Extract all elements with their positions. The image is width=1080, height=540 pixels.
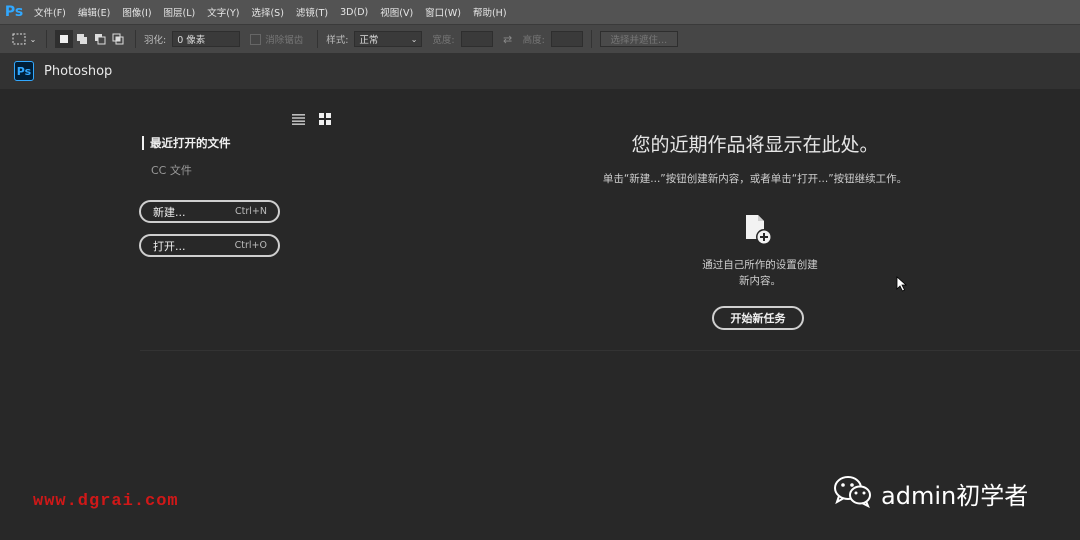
app-title: Photoshop: [44, 63, 113, 79]
add-to-selection-icon[interactable]: [73, 30, 91, 48]
chevron-down-icon[interactable]: ⌄: [28, 30, 38, 48]
style-label: 样式:: [326, 35, 349, 46]
start-new-task-button[interactable]: 开始新任务: [712, 306, 804, 330]
new-button-label: 新建...: [153, 205, 186, 219]
recent-files-heading[interactable]: 最近打开的文件: [142, 136, 231, 150]
menu-3d[interactable]: 3D(D): [340, 7, 368, 18]
list-view-icon[interactable]: [292, 110, 305, 129]
new-shortcut: Ctrl+N: [235, 206, 267, 217]
menu-bar: Ps 文件(F) 编辑(E) 图像(I) 图层(L) 文字(Y) 选择(S) 滤…: [0, 0, 1080, 24]
new-document-icon: [744, 213, 774, 251]
grid-view-icon[interactable]: [319, 110, 331, 129]
wechat-icon: [833, 474, 873, 512]
menu-help[interactable]: 帮助(H): [473, 5, 507, 19]
feather-input[interactable]: 0 像素: [172, 31, 241, 47]
caption-line-2: 新内容。: [739, 275, 781, 287]
menu-image[interactable]: 图像(I): [122, 5, 151, 19]
new-button[interactable]: 新建... Ctrl+N: [139, 200, 280, 223]
marquee-tool-icon[interactable]: [10, 30, 28, 48]
chevron-down-icon: ⌄: [410, 34, 418, 44]
photoshop-logo-icon: Ps: [4, 4, 24, 20]
height-label: 高度:: [522, 35, 545, 46]
menu-type[interactable]: 文字(Y): [207, 5, 239, 19]
watermark-account-name: admin初学者: [881, 481, 1029, 510]
open-button-label: 打开...: [153, 239, 186, 253]
antialias-label: 消除锯齿: [265, 35, 304, 46]
options-bar: ⌄ 羽化: 0 像素 消除锯齿 样式: 正常 ⌄ 宽度: ⇄ 高度: 选择并遮住…: [0, 24, 1080, 54]
watermark-account: admin初学者: [833, 474, 1028, 512]
section-divider: [140, 350, 1080, 351]
cc-files-link[interactable]: CC 文件: [151, 162, 192, 178]
menu-file[interactable]: 文件(F): [34, 5, 66, 19]
select-and-mask-button[interactable]: 选择并遮住...: [599, 31, 678, 47]
style-value: 正常: [359, 35, 379, 46]
divider: [317, 30, 319, 48]
caption-line-1: 通过自己所作的设置创建: [702, 259, 818, 271]
intersect-selection-icon[interactable]: [109, 30, 127, 48]
watermark-url: www.dgrai.com: [33, 492, 179, 511]
style-select[interactable]: 正常 ⌄: [354, 31, 423, 47]
open-shortcut: Ctrl+O: [234, 240, 267, 251]
view-toggle: [292, 110, 331, 129]
photoshop-app-icon: Ps: [14, 61, 34, 81]
divider: [590, 30, 592, 48]
new-selection-icon[interactable]: [55, 30, 73, 48]
menu-layer[interactable]: 图层(L): [164, 5, 196, 19]
width-label: 宽度:: [432, 35, 455, 46]
height-input[interactable]: [550, 31, 583, 47]
recent-work-placeholder-title: 您的近期作品将显示在此处。: [631, 134, 879, 156]
app-header: Ps Photoshop: [0, 53, 1080, 89]
open-button[interactable]: 打开... Ctrl+O: [139, 234, 280, 257]
divider: [46, 30, 47, 48]
menu-view[interactable]: 视图(V): [380, 5, 413, 19]
swap-dimensions-icon[interactable]: ⇄: [499, 30, 517, 48]
width-input[interactable]: [460, 31, 493, 47]
menu-edit[interactable]: 编辑(E): [78, 5, 110, 19]
new-document-caption: 通过自己所作的设置创建 新内容。: [680, 257, 840, 289]
menu-window[interactable]: 窗口(W): [425, 5, 461, 19]
menu-filter[interactable]: 滤镜(T): [296, 5, 328, 19]
mouse-cursor-icon: [896, 276, 908, 296]
antialias-checkbox[interactable]: [250, 33, 262, 45]
feather-label: 羽化:: [144, 35, 167, 46]
divider: [135, 30, 136, 48]
recent-work-placeholder-description: 单击“新建...”按钮创建新内容，或者单击“打开...”按钮继续工作。: [602, 173, 908, 185]
subtract-from-selection-icon[interactable]: [91, 30, 109, 48]
menu-select[interactable]: 选择(S): [251, 5, 283, 19]
